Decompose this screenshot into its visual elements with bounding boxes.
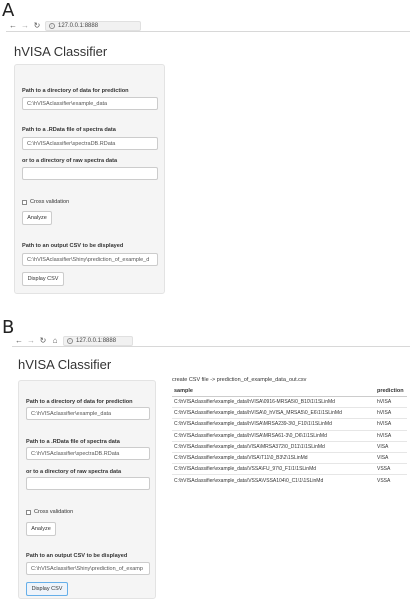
status-message: create CSV file -> prediction_of_example… bbox=[172, 377, 307, 383]
table-row: C:\hVISAclassifier\example_data\VSSA\VSS… bbox=[172, 474, 407, 486]
sample-cell: C:\hVISAclassifier\example_data\VISA\T11… bbox=[172, 451, 375, 464]
sample-cell: C:\hVISAclassifier\example_data\VSSA\VSS… bbox=[172, 474, 375, 486]
display-csv-button[interactable]: Display CSV bbox=[26, 582, 68, 596]
table-row: C:\hVISAclassifier\example_data\hVISA\MR… bbox=[172, 418, 407, 431]
column-header-prediction: prediction bbox=[375, 386, 407, 397]
reload-icon[interactable]: ↻ bbox=[33, 21, 41, 30]
cross-validation-checkbox[interactable] bbox=[22, 199, 27, 205]
address-bar[interactable]: i 127.0.0.1:8888 bbox=[63, 335, 133, 346]
reload-icon[interactable]: ↻ bbox=[39, 336, 47, 345]
prediction-cell: VSSA bbox=[375, 474, 407, 486]
prediction-cell: hVISA bbox=[375, 395, 407, 408]
data-dir-input[interactable]: C:\hVISAclassifier\example_data bbox=[26, 407, 150, 420]
table-row: C:\hVISAclassifier\example_data\VISA\T11… bbox=[172, 451, 407, 464]
raw-dir-input[interactable] bbox=[26, 477, 150, 490]
sample-cell: C:\hVISAclassifier\example_data\hVISA\MR… bbox=[172, 418, 375, 431]
display-csv-button[interactable]: Display CSV bbox=[22, 272, 64, 286]
analyze-button[interactable]: Analyze bbox=[26, 522, 56, 536]
address-bar[interactable]: i 127.0.0.1:8888 bbox=[45, 20, 141, 31]
table-header-row: sample prediction bbox=[172, 386, 407, 397]
prediction-cell: hVISA bbox=[375, 429, 407, 442]
prediction-cell: hVISA bbox=[375, 418, 407, 431]
table-row: C:\hVISAclassifier\example_data\VSSA\FU_… bbox=[172, 463, 407, 475]
sample-cell: C:\hVISAclassifier\example_data\hVISA\09… bbox=[172, 395, 375, 408]
prediction-cell: VSSA bbox=[375, 463, 407, 475]
panel-a-letter: A bbox=[2, 0, 15, 21]
column-header-sample: sample bbox=[172, 386, 375, 397]
table-row: C:\hVISAclassifier\example_data\VISA\MRS… bbox=[172, 440, 407, 453]
sidebar-panel-a: Path to a directory of data for predicti… bbox=[14, 64, 165, 294]
output-csv-label: Path to an output CSV to be displayed bbox=[26, 553, 128, 559]
back-arrow-icon[interactable]: ← bbox=[15, 336, 23, 345]
prediction-cell: VISA bbox=[375, 451, 407, 464]
sample-cell: C:\hVISAclassifier\example_data\VISA\MRS… bbox=[172, 440, 375, 453]
browser-toolbar-a: ← → ↻ i 127.0.0.1:8888 bbox=[6, 20, 410, 32]
info-icon: i bbox=[49, 22, 55, 29]
page-title: hVISA Classifier bbox=[14, 44, 108, 59]
home-icon[interactable]: ⌂ bbox=[51, 336, 59, 345]
url-text: 127.0.0.1:8888 bbox=[58, 22, 99, 29]
output-csv-input[interactable]: C:\hVISAclassifier\Shiny\prediction_of_e… bbox=[22, 253, 158, 266]
cross-validation-label: Cross validation bbox=[30, 199, 70, 205]
cross-validation-label: Cross validation bbox=[34, 509, 74, 515]
result-area: create CSV file -> prediction_of_example… bbox=[172, 377, 407, 486]
cross-validation-row[interactable]: Cross validation bbox=[22, 199, 69, 205]
rdata-input[interactable]: C:\hVISAclassifier\spectraDB.RData bbox=[22, 137, 158, 150]
rdata-label: Path to a .RData file of spectra data bbox=[26, 439, 120, 445]
forward-arrow-icon[interactable]: → bbox=[21, 21, 29, 30]
browser-toolbar-b: ← → ↻ ⌂ i 127.0.0.1:8888 bbox=[12, 335, 410, 347]
analyze-button[interactable]: Analyze bbox=[22, 211, 52, 225]
rdata-input[interactable]: C:\hVISAclassifier\spectraDB.RData bbox=[26, 447, 150, 460]
data-dir-label: Path to a directory of data for predicti… bbox=[22, 88, 129, 94]
table-row: C:\hVISAclassifier\example_data\hVISA\0_… bbox=[172, 407, 407, 419]
raw-dir-input[interactable] bbox=[22, 167, 158, 180]
prediction-cell: VISA bbox=[375, 440, 407, 453]
sample-cell: C:\hVISAclassifier\example_data\hVISA\0_… bbox=[172, 407, 375, 419]
sample-cell: C:\hVISAclassifier\example_data\hVISA\MR… bbox=[172, 429, 375, 442]
sidebar-panel-b: Path to a directory of data for predicti… bbox=[18, 380, 156, 599]
prediction-table: sample prediction C:\hVISAclassifier\exa… bbox=[172, 386, 407, 486]
output-csv-input[interactable]: C:\hVISAclassifier\Shiny\prediction_of_e… bbox=[26, 562, 150, 575]
data-dir-label: Path to a directory of data for predicti… bbox=[26, 399, 133, 405]
info-icon: i bbox=[67, 337, 73, 344]
table-row: C:\hVISAclassifier\example_data\hVISA\09… bbox=[172, 395, 407, 408]
data-dir-input[interactable]: C:\hVISAclassifier\example_data bbox=[22, 97, 158, 110]
raw-dir-label: or to a directory of raw spectra data bbox=[22, 158, 118, 164]
back-arrow-icon[interactable]: ← bbox=[9, 21, 17, 30]
forward-arrow-icon[interactable]: → bbox=[27, 336, 35, 345]
cross-validation-row[interactable]: Cross validation bbox=[26, 509, 73, 515]
sample-cell: C:\hVISAclassifier\example_data\VSSA\FU_… bbox=[172, 463, 375, 475]
cross-validation-checkbox[interactable] bbox=[26, 509, 31, 515]
raw-dir-label: or to a directory of raw spectra data bbox=[26, 469, 122, 475]
prediction-cell: hVISA bbox=[375, 407, 407, 419]
output-csv-label: Path to an output CSV to be displayed bbox=[22, 243, 124, 249]
rdata-label: Path to a .RData file of spectra data bbox=[22, 127, 116, 133]
url-text: 127.0.0.1:8888 bbox=[76, 337, 117, 344]
page-title: hVISA Classifier bbox=[18, 357, 112, 372]
table-row: C:\hVISAclassifier\example_data\hVISA\MR… bbox=[172, 429, 407, 442]
